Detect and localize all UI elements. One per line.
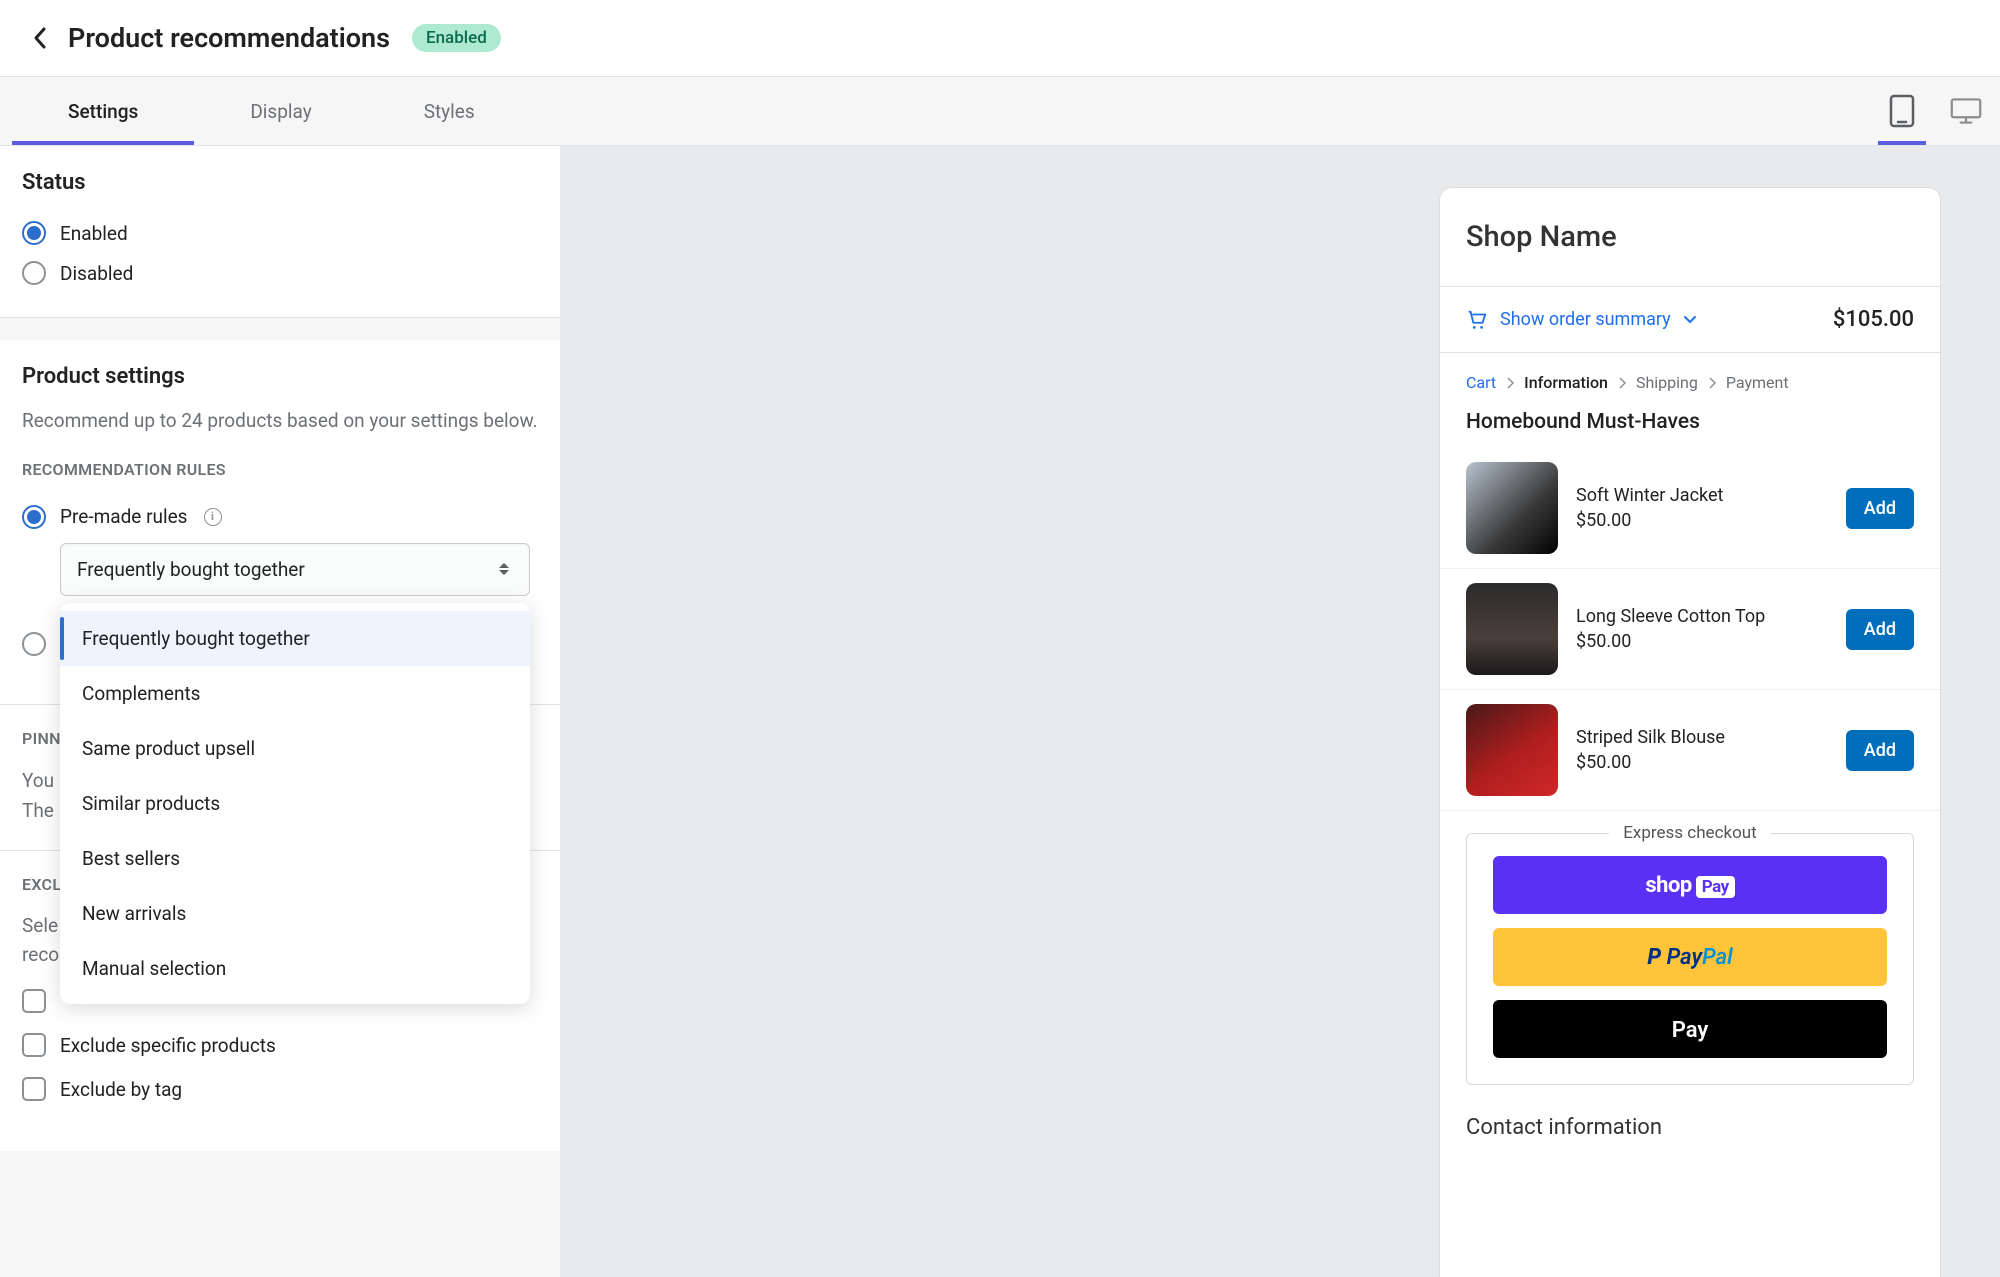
product-price: $50.00 xyxy=(1576,631,1828,652)
main-content: Status Enabled Disabled Product settings… xyxy=(0,146,2000,1277)
status-option-disabled[interactable]: Disabled xyxy=(22,253,538,293)
tab-display[interactable]: Display xyxy=(194,77,367,145)
radio-label: Enabled xyxy=(60,222,128,245)
rules-subheading: RECOMMENDATION RULES xyxy=(22,460,538,479)
dropdown-item[interactable]: Frequently bought together xyxy=(60,611,530,666)
dropdown-item[interactable]: Same product upsell xyxy=(60,721,530,776)
chevron-down-icon xyxy=(1683,315,1697,325)
checkbox-input[interactable] xyxy=(22,1077,46,1101)
product-name: Soft Winter Jacket xyxy=(1576,485,1828,506)
status-badge: Enabled xyxy=(412,24,501,52)
order-summary-toggle-row: Show order summary $105.00 xyxy=(1440,287,1940,353)
rules-select[interactable]: Frequently bought together xyxy=(60,543,530,596)
rules-dropdown: Frequently bought together Complements S… xyxy=(60,603,530,1004)
add-button[interactable]: Add xyxy=(1846,488,1914,529)
product-settings-description: Recommend up to 24 products based on you… xyxy=(22,407,538,436)
shop-pay-logo: shopPay xyxy=(1645,873,1734,898)
status-option-enabled[interactable]: Enabled xyxy=(22,213,538,253)
checkout-breadcrumb: Cart Information Shipping Payment xyxy=(1440,353,1940,400)
add-button[interactable]: Add xyxy=(1846,609,1914,650)
tab-styles[interactable]: Styles xyxy=(368,77,531,145)
premade-rules-option[interactable]: Pre-made rules i xyxy=(22,497,538,537)
product-settings-heading: Product settings xyxy=(22,364,538,389)
order-summary-toggle[interactable]: Show order summary xyxy=(1466,309,1697,331)
paypal-button[interactable]: P PayPal xyxy=(1493,928,1887,986)
rules-select-value: Frequently bought together xyxy=(77,558,305,581)
breadcrumb-cart[interactable]: Cart xyxy=(1466,373,1496,392)
product-name: Long Sleeve Cotton Top xyxy=(1576,606,1828,627)
product-info: Striped Silk Blouse $50.00 xyxy=(1576,727,1828,773)
cart-icon xyxy=(1466,309,1488,331)
apple-pay-logo: Pay xyxy=(1672,1015,1709,1043)
radio-input[interactable] xyxy=(22,261,46,285)
chevron-right-icon xyxy=(1618,377,1626,389)
product-row: Soft Winter Jacket $50.00 Add xyxy=(1440,448,1940,569)
tab-settings[interactable]: Settings xyxy=(12,77,194,145)
device-mobile-button[interactable] xyxy=(1886,77,1918,145)
add-button[interactable]: Add xyxy=(1846,730,1914,771)
device-switch xyxy=(1886,77,1982,145)
settings-sidebar: Status Enabled Disabled Product settings… xyxy=(0,146,560,1277)
breadcrumb-information: Information xyxy=(1524,373,1608,392)
express-checkout-label: Express checkout xyxy=(1609,823,1770,843)
product-price: $50.00 xyxy=(1576,752,1828,773)
product-settings-panel: Product settings Recommend up to 24 prod… xyxy=(0,340,560,705)
product-info: Soft Winter Jacket $50.00 xyxy=(1576,485,1828,531)
shop-pay-button[interactable]: shopPay xyxy=(1493,856,1887,914)
breadcrumb-payment: Payment xyxy=(1726,373,1789,392)
recommendations-heading: Homebound Must-Haves xyxy=(1440,400,1940,448)
device-desktop-button[interactable] xyxy=(1950,77,1982,145)
info-icon[interactable]: i xyxy=(204,508,222,526)
dropdown-item[interactable]: Manual selection xyxy=(60,941,530,996)
tab-bar: Settings Display Styles xyxy=(0,76,2000,146)
product-name: Striped Silk Blouse xyxy=(1576,727,1828,748)
breadcrumb-shipping: Shipping xyxy=(1636,373,1698,392)
page-title: Product recommendations xyxy=(68,22,390,54)
chevron-right-icon xyxy=(1506,377,1514,389)
preview-area: Shop Name Show order summary $105.00 Car… xyxy=(560,146,2000,1277)
rules-select-wrapper: Frequently bought together Frequently bo… xyxy=(60,543,530,596)
mobile-icon xyxy=(1889,94,1915,128)
tabs: Settings Display Styles xyxy=(12,77,531,145)
product-row: Long Sleeve Cotton Top $50.00 Add xyxy=(1440,569,1940,690)
back-button[interactable] xyxy=(28,26,52,50)
dropdown-item[interactable]: Complements xyxy=(60,666,530,721)
radio-label: Disabled xyxy=(60,262,133,285)
dropdown-item[interactable]: Similar products xyxy=(60,776,530,831)
exclusion-option-tag[interactable]: Exclude by tag xyxy=(22,1067,538,1111)
contact-information-heading: Contact information xyxy=(1440,1085,1940,1140)
apple-pay-button[interactable]: Pay xyxy=(1493,1000,1887,1058)
checkbox-label: Exclude specific products xyxy=(60,1034,276,1057)
shop-name: Shop Name xyxy=(1466,220,1914,254)
express-checkout-section: Express checkout shopPay P PayPal Pay xyxy=(1466,833,1914,1085)
dropdown-item[interactable]: Best sellers xyxy=(60,831,530,886)
order-summary-total: $105.00 xyxy=(1833,307,1914,332)
desktop-icon xyxy=(1950,96,1982,126)
paypal-logo: P PayPal xyxy=(1647,945,1732,970)
status-panel: Status Enabled Disabled xyxy=(0,146,560,318)
checkbox-input[interactable] xyxy=(22,1033,46,1057)
status-heading: Status xyxy=(22,170,538,195)
order-summary-label: Show order summary xyxy=(1500,309,1671,330)
product-thumbnail xyxy=(1466,462,1558,554)
radio-input[interactable] xyxy=(22,505,46,529)
dropdown-item[interactable]: New arrivals xyxy=(60,886,530,941)
page-header: Product recommendations Enabled xyxy=(0,0,2000,76)
product-info: Long Sleeve Cotton Top $50.00 xyxy=(1576,606,1828,652)
chevron-left-icon xyxy=(33,27,47,49)
chevron-right-icon xyxy=(1708,377,1716,389)
mobile-preview-frame: Shop Name Show order summary $105.00 Car… xyxy=(1440,188,1940,1277)
select-arrows-icon xyxy=(499,559,513,579)
checkbox-input[interactable] xyxy=(22,989,46,1013)
exclusion-option-specific[interactable]: Exclude specific products xyxy=(22,1023,538,1067)
product-row: Striped Silk Blouse $50.00 Add xyxy=(1440,690,1940,811)
radio-label: Pre-made rules xyxy=(60,505,188,528)
product-thumbnail xyxy=(1466,583,1558,675)
product-thumbnail xyxy=(1466,704,1558,796)
product-price: $50.00 xyxy=(1576,510,1828,531)
preview-shop-header: Shop Name xyxy=(1440,188,1940,287)
radio-input[interactable] xyxy=(22,221,46,245)
radio-input[interactable] xyxy=(22,632,46,656)
checkbox-label: Exclude by tag xyxy=(60,1078,182,1101)
